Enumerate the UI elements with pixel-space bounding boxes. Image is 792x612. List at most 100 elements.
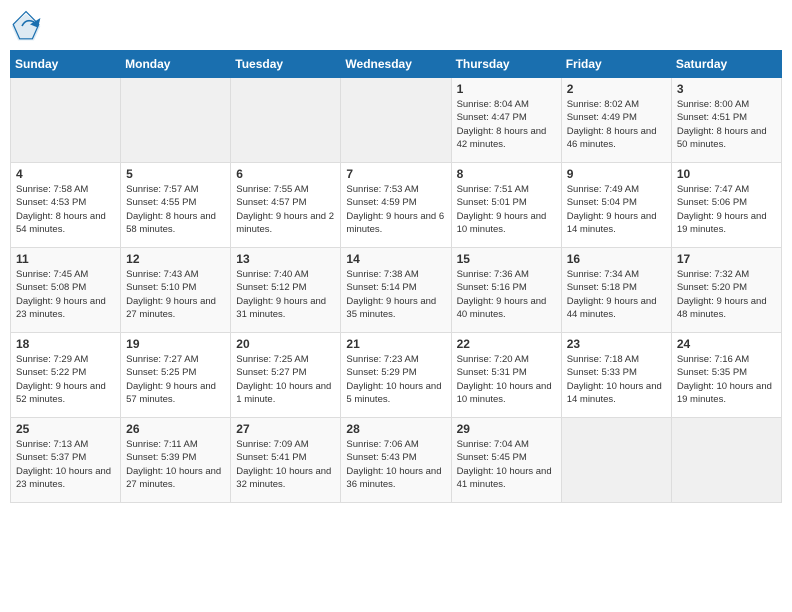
weekday-header-saturday: Saturday bbox=[671, 51, 781, 78]
day-number: 15 bbox=[457, 252, 556, 266]
calendar-cell bbox=[341, 78, 451, 163]
weekday-header-tuesday: Tuesday bbox=[231, 51, 341, 78]
calendar-cell: 11 Sunrise: 7:45 AM Sunset: 5:08 PM Dayli… bbox=[11, 248, 121, 333]
day-detail: Sunrise: 7:36 AM Sunset: 5:16 PM Dayligh… bbox=[457, 268, 556, 321]
week-row-1: 4 Sunrise: 7:58 AM Sunset: 4:53 PM Daylig… bbox=[11, 163, 782, 248]
day-number: 3 bbox=[677, 82, 776, 96]
page-header bbox=[10, 10, 782, 42]
week-row-4: 25 Sunrise: 7:13 AM Sunset: 5:37 PM Dayli… bbox=[11, 418, 782, 503]
calendar-cell bbox=[121, 78, 231, 163]
calendar-table: SundayMondayTuesdayWednesdayThursdayFrid… bbox=[10, 50, 782, 503]
day-detail: Sunrise: 7:43 AM Sunset: 5:10 PM Dayligh… bbox=[126, 268, 225, 321]
week-row-0: 1 Sunrise: 8:04 AM Sunset: 4:47 PM Daylig… bbox=[11, 78, 782, 163]
day-number: 16 bbox=[567, 252, 666, 266]
weekday-header-row: SundayMondayTuesdayWednesdayThursdayFrid… bbox=[11, 51, 782, 78]
weekday-header-sunday: Sunday bbox=[11, 51, 121, 78]
day-number: 28 bbox=[346, 422, 445, 436]
day-detail: Sunrise: 7:51 AM Sunset: 5:01 PM Dayligh… bbox=[457, 183, 556, 236]
calendar-cell bbox=[671, 418, 781, 503]
day-number: 27 bbox=[236, 422, 335, 436]
day-number: 9 bbox=[567, 167, 666, 181]
day-number: 4 bbox=[16, 167, 115, 181]
day-detail: Sunrise: 7:47 AM Sunset: 5:06 PM Dayligh… bbox=[677, 183, 776, 236]
day-detail: Sunrise: 7:13 AM Sunset: 5:37 PM Dayligh… bbox=[16, 438, 115, 491]
day-detail: Sunrise: 7:57 AM Sunset: 4:55 PM Dayligh… bbox=[126, 183, 225, 236]
calendar-cell: 19 Sunrise: 7:27 AM Sunset: 5:25 PM Dayli… bbox=[121, 333, 231, 418]
day-detail: Sunrise: 7:40 AM Sunset: 5:12 PM Dayligh… bbox=[236, 268, 335, 321]
weekday-header-monday: Monday bbox=[121, 51, 231, 78]
calendar-cell: 7Sunrise: 7:53 AM Sunset: 4:59 PM Daylig… bbox=[341, 163, 451, 248]
weekday-header-thursday: Thursday bbox=[451, 51, 561, 78]
day-detail: Sunrise: 7:16 AM Sunset: 5:35 PM Dayligh… bbox=[677, 353, 776, 406]
week-row-2: 11 Sunrise: 7:45 AM Sunset: 5:08 PM Dayli… bbox=[11, 248, 782, 333]
calendar-cell: 18Sunrise: 7:29 AM Sunset: 5:22 PM Dayli… bbox=[11, 333, 121, 418]
day-detail: Sunrise: 8:02 AM Sunset: 4:49 PM Dayligh… bbox=[567, 98, 666, 151]
day-number: 2 bbox=[567, 82, 666, 96]
calendar-cell: 22 Sunrise: 7:20 AM Sunset: 5:31 PM Dayli… bbox=[451, 333, 561, 418]
logo-icon bbox=[10, 10, 42, 42]
calendar-cell: 17 Sunrise: 7:32 AM Sunset: 5:20 PM Dayli… bbox=[671, 248, 781, 333]
day-detail: Sunrise: 7:32 AM Sunset: 5:20 PM Dayligh… bbox=[677, 268, 776, 321]
day-number: 20 bbox=[236, 337, 335, 351]
day-number: 21 bbox=[346, 337, 445, 351]
day-detail: Sunrise: 7:45 AM Sunset: 5:08 PM Dayligh… bbox=[16, 268, 115, 321]
calendar-cell: 28 Sunrise: 7:06 AM Sunset: 5:43 PM Dayli… bbox=[341, 418, 451, 503]
day-number: 7 bbox=[346, 167, 445, 181]
day-detail: Sunrise: 7:20 AM Sunset: 5:31 PM Dayligh… bbox=[457, 353, 556, 406]
day-detail: Sunrise: 7:11 AM Sunset: 5:39 PM Dayligh… bbox=[126, 438, 225, 491]
day-detail: Sunrise: 7:23 AM Sunset: 5:29 PM Dayligh… bbox=[346, 353, 445, 406]
logo bbox=[10, 10, 46, 42]
day-number: 23 bbox=[567, 337, 666, 351]
calendar-cell: 12 Sunrise: 7:43 AM Sunset: 5:10 PM Dayli… bbox=[121, 248, 231, 333]
day-number: 1 bbox=[457, 82, 556, 96]
calendar-cell: 13 Sunrise: 7:40 AM Sunset: 5:12 PM Dayli… bbox=[231, 248, 341, 333]
day-detail: Sunrise: 7:58 AM Sunset: 4:53 PM Dayligh… bbox=[16, 183, 115, 236]
calendar-cell: 20 Sunrise: 7:25 AM Sunset: 5:27 PM Dayli… bbox=[231, 333, 341, 418]
day-number: 6 bbox=[236, 167, 335, 181]
calendar-cell: 3 Sunrise: 8:00 AM Sunset: 4:51 PM Daylig… bbox=[671, 78, 781, 163]
day-detail: Sunrise: 7:55 AM Sunset: 4:57 PM Dayligh… bbox=[236, 183, 335, 236]
day-number: 12 bbox=[126, 252, 225, 266]
day-number: 14 bbox=[346, 252, 445, 266]
day-detail: Sunrise: 7:34 AM Sunset: 5:18 PM Dayligh… bbox=[567, 268, 666, 321]
day-number: 17 bbox=[677, 252, 776, 266]
calendar-cell bbox=[231, 78, 341, 163]
calendar-cell: 6 Sunrise: 7:55 AM Sunset: 4:57 PM Daylig… bbox=[231, 163, 341, 248]
calendar-cell: 24Sunrise: 7:16 AM Sunset: 5:35 PM Dayli… bbox=[671, 333, 781, 418]
day-number: 29 bbox=[457, 422, 556, 436]
calendar-cell: 29Sunrise: 7:04 AM Sunset: 5:45 PM Dayli… bbox=[451, 418, 561, 503]
day-detail: Sunrise: 8:00 AM Sunset: 4:51 PM Dayligh… bbox=[677, 98, 776, 151]
day-number: 5 bbox=[126, 167, 225, 181]
calendar-cell: 14Sunrise: 7:38 AM Sunset: 5:14 PM Dayli… bbox=[341, 248, 451, 333]
calendar-cell: 15 Sunrise: 7:36 AM Sunset: 5:16 PM Dayli… bbox=[451, 248, 561, 333]
day-detail: Sunrise: 8:04 AM Sunset: 4:47 PM Dayligh… bbox=[457, 98, 556, 151]
calendar-cell: 23 Sunrise: 7:18 AM Sunset: 5:33 PM Dayli… bbox=[561, 333, 671, 418]
day-number: 18 bbox=[16, 337, 115, 351]
weekday-header-friday: Friday bbox=[561, 51, 671, 78]
day-number: 13 bbox=[236, 252, 335, 266]
day-number: 10 bbox=[677, 167, 776, 181]
day-detail: Sunrise: 7:18 AM Sunset: 5:33 PM Dayligh… bbox=[567, 353, 666, 406]
day-number: 22 bbox=[457, 337, 556, 351]
calendar-cell: 16 Sunrise: 7:34 AM Sunset: 5:18 PM Dayli… bbox=[561, 248, 671, 333]
day-detail: Sunrise: 7:49 AM Sunset: 5:04 PM Dayligh… bbox=[567, 183, 666, 236]
calendar-cell: 10 Sunrise: 7:47 AM Sunset: 5:06 PM Dayli… bbox=[671, 163, 781, 248]
day-number: 11 bbox=[16, 252, 115, 266]
day-detail: Sunrise: 7:27 AM Sunset: 5:25 PM Dayligh… bbox=[126, 353, 225, 406]
calendar-cell: 5 Sunrise: 7:57 AM Sunset: 4:55 PM Daylig… bbox=[121, 163, 231, 248]
calendar-cell bbox=[561, 418, 671, 503]
day-detail: Sunrise: 7:25 AM Sunset: 5:27 PM Dayligh… bbox=[236, 353, 335, 406]
calendar-cell: 4 Sunrise: 7:58 AM Sunset: 4:53 PM Daylig… bbox=[11, 163, 121, 248]
calendar-cell: 26 Sunrise: 7:11 AM Sunset: 5:39 PM Dayli… bbox=[121, 418, 231, 503]
day-number: 25 bbox=[16, 422, 115, 436]
calendar-cell: 9 Sunrise: 7:49 AM Sunset: 5:04 PM Daylig… bbox=[561, 163, 671, 248]
calendar-cell: 21 Sunrise: 7:23 AM Sunset: 5:29 PM Dayli… bbox=[341, 333, 451, 418]
week-row-3: 18Sunrise: 7:29 AM Sunset: 5:22 PM Dayli… bbox=[11, 333, 782, 418]
day-detail: Sunrise: 7:06 AM Sunset: 5:43 PM Dayligh… bbox=[346, 438, 445, 491]
day-number: 8 bbox=[457, 167, 556, 181]
day-number: 26 bbox=[126, 422, 225, 436]
calendar-cell: 1 Sunrise: 8:04 AM Sunset: 4:47 PM Daylig… bbox=[451, 78, 561, 163]
calendar-cell bbox=[11, 78, 121, 163]
day-number: 19 bbox=[126, 337, 225, 351]
calendar-cell: 8 Sunrise: 7:51 AM Sunset: 5:01 PM Daylig… bbox=[451, 163, 561, 248]
